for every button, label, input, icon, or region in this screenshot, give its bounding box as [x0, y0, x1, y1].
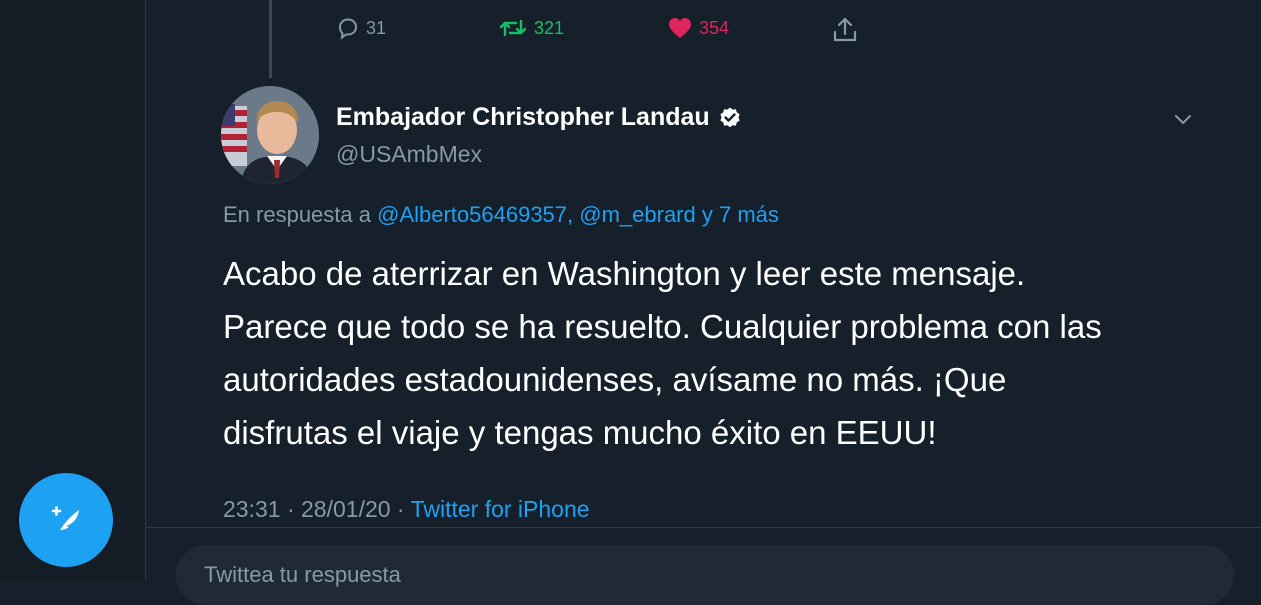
chevron-down-icon	[1175, 115, 1191, 124]
tweet-source-link[interactable]: Twitter for iPhone	[411, 496, 590, 522]
heart-icon	[669, 18, 691, 38]
reply-context: En respuesta a @Alberto56469357, @m_ebra…	[223, 202, 779, 228]
previous-tweet-actions: 31 321 354	[0, 12, 1261, 52]
tweet-date: 28/01/20	[301, 496, 391, 522]
tweet-meta: 23:31 · 28/01/20 · Twitter for iPhone	[223, 496, 590, 523]
author-name-row: Embajador Christopher Landau	[336, 103, 742, 132]
reply-context-mentions[interactable]: @Alberto56469357, @m_ebrard y 7 más	[377, 202, 779, 227]
reply-action[interactable]: 31	[336, 16, 386, 40]
tweet-text: Acabo de aterrizar en Washington y leer …	[223, 247, 1223, 459]
like-count: 354	[699, 18, 730, 38]
meta-separator: ·	[280, 496, 302, 522]
reply-composer[interactable]	[176, 545, 1234, 605]
avatar-portrait	[221, 86, 319, 184]
tweet-text-line: Acabo de aterrizar en Washington y leer …	[223, 255, 1026, 292]
tweet-text-line: disfrutas el viaje y tengas mucho éxito …	[223, 414, 937, 451]
reply-count: 31	[366, 18, 387, 38]
reply-input[interactable]	[202, 561, 1106, 589]
tweet-text-line: Parece que todo se ha resuelto. Cualquie…	[223, 308, 1102, 345]
reply-icon	[338, 18, 358, 40]
divider	[146, 527, 1261, 528]
compose-tweet-icon	[51, 506, 79, 534]
author-avatar[interactable]	[221, 86, 319, 184]
retweet-icon	[499, 19, 527, 37]
retweet-count: 321	[534, 18, 565, 38]
tweet-text-line: autoridades estadounidenses, avísame no …	[223, 361, 1007, 398]
author-handle[interactable]: @USAmbMex	[336, 141, 482, 168]
reply-context-prefix: En respuesta a	[223, 202, 378, 227]
tweet-options-button[interactable]	[1170, 106, 1196, 132]
verified-badge-icon	[720, 107, 740, 127]
share-icon	[833, 17, 857, 42]
author-display-name[interactable]: Embajador Christopher Landau	[336, 103, 710, 132]
meta-separator: ·	[390, 496, 411, 522]
tweet-time: 23:31	[223, 496, 281, 522]
share-action[interactable]	[832, 16, 858, 44]
compose-tweet-button[interactable]	[19, 473, 113, 567]
like-action[interactable]: 354	[667, 16, 729, 40]
retweet-action[interactable]: 321	[498, 16, 564, 40]
